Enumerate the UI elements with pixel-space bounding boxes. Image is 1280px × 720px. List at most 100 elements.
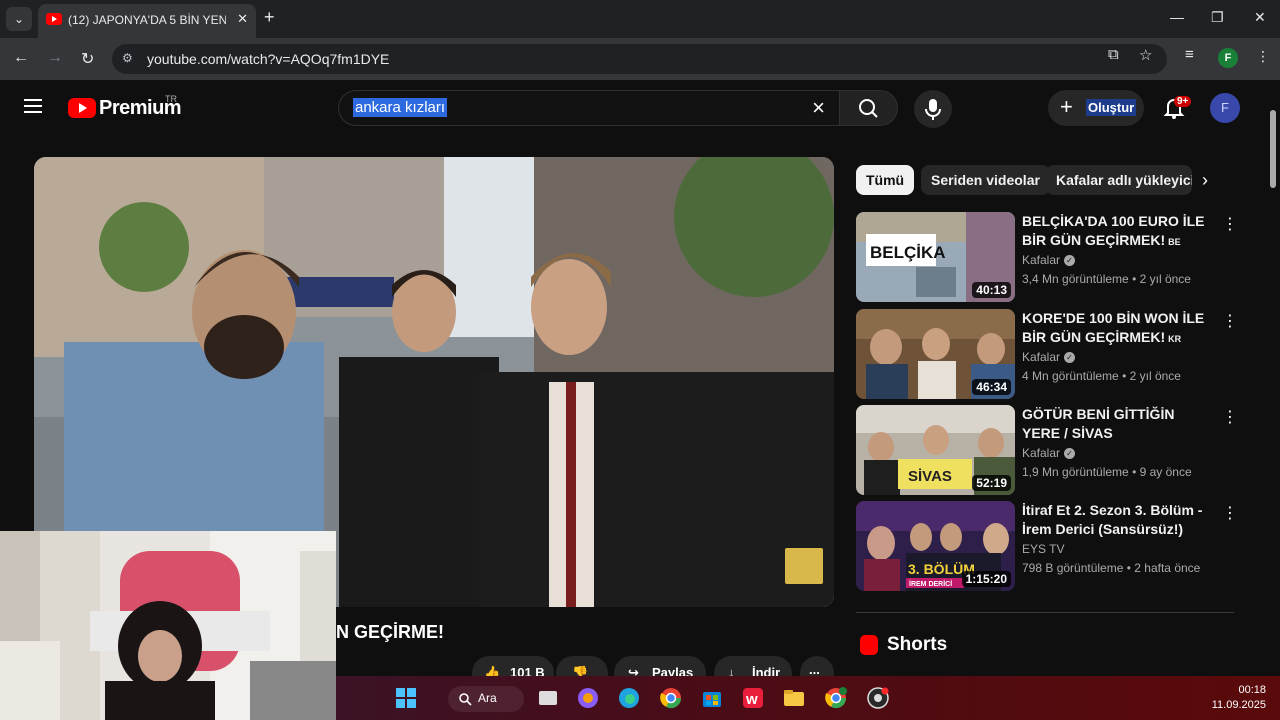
video-title: İtiraf Et 2. Sezon 3. Bölüm - İrem Deric… bbox=[1022, 502, 1203, 537]
youtube-logo-icon[interactable] bbox=[68, 98, 96, 118]
verified-check-icon: ✓ bbox=[1064, 448, 1076, 460]
video-duration: 46:34 bbox=[972, 379, 1011, 395]
video-title: GÖTÜR BENİ GİTTİĞİN YERE / SİVAS bbox=[1022, 406, 1175, 441]
video-thumbnail[interactable]: 46:34 bbox=[856, 309, 1015, 399]
notification-badge: 9+ bbox=[1174, 96, 1192, 107]
forward-arrow-icon[interactable]: → bbox=[47, 49, 63, 67]
task-view-icon[interactable] bbox=[536, 686, 560, 710]
window-close-icon[interactable]: ✕ bbox=[1254, 9, 1266, 26]
verified-check-icon: ✓ bbox=[1064, 352, 1076, 364]
install-app-icon[interactable]: ⧉ bbox=[1108, 46, 1119, 63]
search-icon bbox=[459, 693, 472, 706]
windows-taskbar: Ara w 00:18 11.09.2025 bbox=[336, 676, 1280, 720]
account-avatar[interactable]: F bbox=[1210, 93, 1240, 123]
video-options-icon[interactable]: ⋮ bbox=[1222, 214, 1238, 234]
file-explorer-icon[interactable] bbox=[782, 686, 806, 710]
video-options-icon[interactable]: ⋮ bbox=[1222, 311, 1238, 331]
recommendation-item[interactable]: SİVAS 52:19 GÖTÜR BENİ GİTTİĞİN YERE / S… bbox=[856, 405, 1238, 495]
video-meta: 798 B görüntüleme • 2 hafta önce bbox=[1022, 561, 1201, 575]
youtube-header: Premium TR ankara kızları × + Oluştur F bbox=[0, 80, 1280, 136]
chip-series-videos[interactable]: Seriden videolar bbox=[921, 165, 1050, 195]
channel-name[interactable]: Kafalar ✓ bbox=[1022, 446, 1076, 460]
reload-icon[interactable]: ↻ bbox=[81, 49, 94, 69]
url-text: youtube.com/watch?v=AQOq7fm1DYE bbox=[147, 51, 390, 67]
video-options-icon[interactable]: ⋮ bbox=[1222, 407, 1238, 427]
shorts-icon bbox=[860, 635, 878, 655]
search-button[interactable] bbox=[840, 90, 898, 126]
browser-tab-bar: ⌄ (12) JAPONYA'DA 5 BİN YEN İLE BİR GÜN … bbox=[0, 0, 1280, 38]
clock-date: 11.09.2025 bbox=[1211, 699, 1266, 711]
system-clock[interactable]: 00:18 11.09.2025 bbox=[1212, 683, 1266, 713]
page-scrollbar[interactable] bbox=[1268, 96, 1278, 676]
thumb-text-irem: İREM DERİCİ bbox=[909, 580, 952, 588]
chrome-browser-icon[interactable] bbox=[659, 686, 683, 710]
edge-browser-icon[interactable] bbox=[617, 686, 641, 710]
youtube-favicon-icon bbox=[46, 13, 62, 25]
menu-hamburger-icon[interactable] bbox=[24, 99, 42, 113]
video-title: N GEÇİRME! bbox=[336, 622, 444, 642]
browser-tab-active[interactable]: (12) JAPONYA'DA 5 BİN YEN İLE BİR GÜN GE… bbox=[38, 4, 256, 38]
address-bar[interactable]: ⚙ youtube.com/watch?v=AQOq7fm1DYE bbox=[112, 44, 1167, 74]
search-input[interactable]: ankara kızları × bbox=[338, 90, 840, 126]
channel-name[interactable]: EYS TV bbox=[1022, 542, 1064, 556]
video-thumbnail[interactable]: SİVAS 52:19 bbox=[856, 405, 1015, 495]
shorts-heading: Shorts bbox=[887, 634, 948, 655]
thumb-text-belcika: BELÇİKA bbox=[870, 243, 946, 262]
country-suffix: KR bbox=[1168, 334, 1182, 344]
bookmark-star-icon[interactable]: ☆ bbox=[1139, 46, 1152, 64]
webcam-image bbox=[0, 531, 336, 720]
microphone-icon bbox=[925, 99, 941, 120]
webcam-overlay bbox=[0, 531, 336, 720]
clock-time: 00:18 bbox=[1238, 684, 1266, 696]
country-code: TR bbox=[165, 94, 177, 104]
recommendation-item[interactable]: 3. BÖLÜM İREM DERİCİ 1:15:20 İtiraf Et 2… bbox=[856, 501, 1238, 591]
browser-menu-icon[interactable]: ⋮ bbox=[1256, 48, 1270, 65]
video-meta: 3,4 Mn görüntüleme • 2 yıl önce bbox=[1022, 272, 1191, 286]
create-button[interactable]: + Oluştur bbox=[1048, 90, 1144, 126]
video-meta: 1,9 Mn görüntüleme • 9 ay önce bbox=[1022, 465, 1192, 479]
maximize-icon[interactable]: ❐ bbox=[1211, 9, 1224, 26]
search-query: ankara kızları bbox=[353, 98, 448, 117]
create-label: Oluştur bbox=[1086, 99, 1137, 116]
video-options-icon[interactable]: ⋮ bbox=[1222, 503, 1238, 523]
new-tab-button[interactable]: + bbox=[264, 7, 275, 28]
back-arrow-icon[interactable]: ← bbox=[13, 49, 29, 67]
channel-name[interactable]: Kafalar ✓ bbox=[1022, 350, 1076, 364]
verified-check-icon: ✓ bbox=[1064, 255, 1076, 267]
site-info-icon[interactable]: ⚙ bbox=[122, 51, 133, 65]
microsoft-store-icon[interactable] bbox=[700, 686, 724, 710]
channel-name[interactable]: Kafalar ✓ bbox=[1022, 253, 1076, 267]
recommendation-item[interactable]: BELÇİKA 40:13 BELÇİKA'DA 100 EURO İLE Bİ… bbox=[856, 212, 1238, 302]
chevron-right-icon[interactable]: › bbox=[1202, 170, 1208, 191]
tab-title: (12) JAPONYA'DA 5 BİN YEN İLE BİR GÜN GE… bbox=[68, 13, 226, 27]
video-duration: 1:15:20 bbox=[961, 571, 1011, 587]
tab-close-icon[interactable]: ✕ bbox=[237, 11, 248, 27]
country-suffix: BE bbox=[1168, 237, 1181, 247]
obs-recording-icon[interactable] bbox=[866, 686, 890, 710]
scrollbar-thumb[interactable] bbox=[1270, 110, 1276, 188]
voice-search-button[interactable] bbox=[914, 90, 952, 128]
tab-search-button[interactable]: ⌄ bbox=[6, 7, 32, 31]
copilot-icon[interactable] bbox=[576, 686, 600, 710]
channel-watermark[interactable] bbox=[785, 548, 823, 584]
video-thumbnail[interactable]: BELÇİKA 40:13 bbox=[856, 212, 1015, 302]
thumb-text-sivas: SİVAS bbox=[908, 468, 952, 485]
taskbar-search-label: Ara bbox=[478, 691, 497, 705]
plus-icon: + bbox=[1060, 94, 1073, 119]
office-w-app-icon[interactable]: w bbox=[741, 686, 765, 710]
windows-start-icon[interactable] bbox=[394, 686, 418, 710]
video-thumbnail[interactable]: 3. BÖLÜM İREM DERİCİ 1:15:20 bbox=[856, 501, 1015, 591]
video-duration: 52:19 bbox=[972, 475, 1011, 491]
clear-search-icon[interactable]: × bbox=[812, 95, 825, 121]
chrome-profile-icon[interactable] bbox=[824, 686, 848, 710]
taskbar-search[interactable]: Ara bbox=[448, 686, 524, 712]
browser-profile-avatar[interactable]: F bbox=[1218, 48, 1238, 68]
more-horizontal-icon: ... bbox=[809, 662, 820, 677]
chip-all[interactable]: Tümü bbox=[856, 165, 915, 195]
video-meta: 4 Mn görüntüleme • 2 yıl önce bbox=[1022, 369, 1181, 383]
search-icon bbox=[859, 99, 878, 118]
minimize-icon[interactable]: — bbox=[1170, 9, 1184, 25]
chip-uploader[interactable]: Kafalar adlı yükleyicid bbox=[1046, 165, 1192, 195]
recommendation-item[interactable]: 46:34 KORE'DE 100 BİN WON İLE BİR GÜN GE… bbox=[856, 309, 1238, 399]
media-controls-icon[interactable]: ≡ bbox=[1185, 46, 1194, 63]
